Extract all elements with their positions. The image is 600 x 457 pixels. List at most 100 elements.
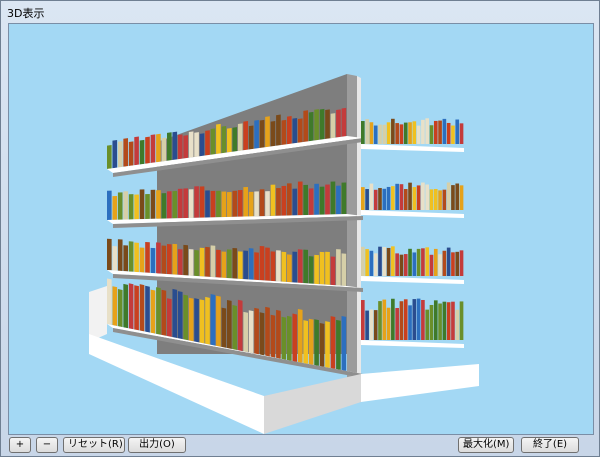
bottle [382,188,387,210]
bottle [117,289,123,328]
bottle [336,249,341,286]
zoom-in-button[interactable]: + [9,437,31,453]
bottle [433,300,438,340]
bottle [107,278,112,325]
bottle [292,313,298,363]
bottle [188,297,194,342]
bottle [421,119,425,144]
bottle [139,247,145,273]
bottle [416,125,421,144]
3d-viewport[interactable] [8,23,594,435]
bottle [156,287,161,335]
bottle [365,119,369,144]
bottle [216,123,221,154]
bottle [210,245,216,278]
bottle [455,309,460,340]
bottle [412,299,417,340]
bottle [199,133,205,157]
bottle [336,185,341,215]
bottle [408,248,412,276]
maximize-button[interactable]: 最大化(M) [458,437,514,453]
bottle [446,182,451,210]
bottle [237,190,243,217]
bottle [314,183,319,215]
bottle [183,135,188,159]
bottle [403,299,408,340]
bottle [232,305,238,351]
bottle [395,253,399,276]
bottle [325,109,330,139]
bottle [365,249,369,276]
bottle [128,283,134,330]
bottle [194,132,199,157]
bottle [365,189,369,210]
bottle [361,121,365,144]
bottom-toolbar: + − リセット(R) 出力(O) 最大化(M) 終了(E) [1,435,599,457]
bottle [325,321,330,369]
bottle [188,131,194,158]
bottle [319,322,325,368]
bottle [395,183,399,210]
bottle [412,121,417,144]
bottle [421,248,425,276]
bottle [265,116,270,148]
bottle [259,119,265,148]
bottle [399,124,404,144]
bottle [167,244,172,275]
bottle [459,123,464,144]
bottle [391,186,395,210]
bottle [403,189,408,210]
bottle [232,247,238,279]
bottle [161,245,167,274]
bottle [183,188,188,219]
bottle [308,256,314,284]
bottle [292,251,298,283]
bottle [183,244,188,276]
bottle [128,141,134,166]
bottle [386,186,391,210]
shelf-board [361,340,464,348]
bottle [292,188,298,216]
bottle [446,302,451,340]
bottle [205,246,210,277]
bottle [446,122,451,144]
bottle [161,137,167,162]
bottle [145,193,150,220]
bottle [395,307,399,340]
bottle [248,191,254,217]
reset-button[interactable]: リセット(R) [63,437,125,453]
bottle [243,250,248,280]
bottle [205,190,210,218]
bottle [297,118,303,143]
shelf-scene [89,74,479,434]
bottle [297,249,303,284]
bottle [378,301,382,340]
exit-button[interactable]: 終了(E) [521,437,579,453]
bottle [425,184,430,210]
bottle [297,308,303,364]
bottle [341,182,347,215]
bottle [378,188,382,210]
bottle [150,289,156,334]
bottle [205,130,210,156]
bottle [433,120,438,144]
bottle [221,191,227,218]
bottle [227,299,232,349]
bottle [216,249,221,278]
bottle [248,310,254,354]
zoom-out-button[interactable]: − [36,437,58,453]
bottle [391,246,395,276]
bottle [403,254,408,276]
bottle [341,315,347,372]
bottle [237,123,243,151]
bottle [194,298,199,343]
bottle [416,248,421,276]
window-title: 3D表示 [7,7,45,20]
bottle [270,251,276,282]
bottle [281,185,287,216]
bottle [254,119,259,149]
bottle [259,189,265,217]
bottle [446,247,451,276]
output-button[interactable]: 出力(O) [128,437,186,453]
bottle [210,128,216,155]
